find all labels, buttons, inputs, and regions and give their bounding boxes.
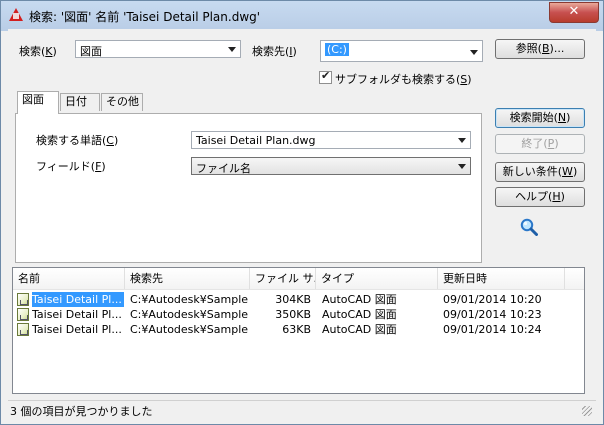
search-words-label: 検索する単語(C) [36,134,119,147]
search-type-value: 図面 [80,45,102,58]
result-row[interactable]: Taisei Detail Pl... C:¥Autodesk¥Sample..… [13,322,584,337]
status-bar: 3 個の項目が見つかりました [8,400,596,418]
results-header: 名前 検索先 ファイル サ... タイプ 更新日時 [13,268,584,290]
column-header-location[interactable]: 検索先 [125,268,250,289]
column-header-type[interactable]: タイプ [316,268,438,289]
resize-grip-icon[interactable] [582,406,592,416]
result-location: C:¥Autodesk¥Sample... [130,308,248,321]
browse-button[interactable]: 参照(B)... [495,39,585,59]
result-name: Taisei Detail Pl... [32,292,124,307]
chevron-down-icon [458,138,466,143]
result-size: 63KB [282,323,311,336]
magnifier-icon [520,218,538,236]
search-words-dropdown[interactable]: Taisei Detail Plan.dwg [191,131,471,149]
field-value: ファイル名 [196,162,251,175]
dwg-file-icon [17,323,29,336]
help-button[interactable]: ヘルプ(H) [495,187,585,207]
column-header-modified[interactable]: 更新日時 [438,268,565,289]
result-name: Taisei Detail Pl... [32,323,122,336]
result-size: 304KB [275,293,311,306]
chevron-down-icon [228,47,236,52]
result-row[interactable]: Taisei Detail Pl... C:¥Autodesk¥Sample..… [13,292,584,307]
window-title: 検索: '図面' 名前 'Taisei Detail Plan.dwg' [29,10,261,24]
status-text: 3 個の項目が見つかりました [10,405,153,418]
result-location: C:¥Autodesk¥Sample... [130,293,248,306]
column-header-name[interactable]: 名前 [13,268,125,289]
search-type-label: 検索(K) [19,45,57,58]
check-icon: ✔ [321,69,331,82]
subfolders-checkbox[interactable]: ✔ [319,69,332,84]
stop-button[interactable]: 終了(P) [495,134,585,154]
tab-date[interactable]: 日付 [60,93,100,111]
new-search-button[interactable]: 新しい条件(W) [495,162,585,182]
search-location-value: (C:) [325,43,349,56]
dwg-file-icon [17,308,29,321]
field-label: フィールド(F) [36,160,106,173]
result-row[interactable]: Taisei Detail Pl... C:¥Autodesk¥Sample..… [13,307,584,322]
result-type: AutoCAD 図面 [322,293,397,306]
title-bar: 検索: '図面' 名前 'Taisei Detail Plan.dwg' ✕ [1,1,603,29]
search-type-dropdown[interactable]: 図面 [75,40,241,58]
subfolders-label[interactable]: サブフォルダも検索する(S) [335,71,472,87]
result-modified: 09/01/2014 10:23 [443,308,542,321]
search-words-value: Taisei Detail Plan.dwg [196,134,316,147]
results-list[interactable]: 名前 検索先 ファイル サ... タイプ 更新日時 Taisei Detail … [12,267,585,394]
result-modified: 09/01/2014 10:24 [443,323,542,336]
result-size: 350KB [275,308,311,321]
result-type: AutoCAD 図面 [322,308,397,321]
chevron-down-icon [470,50,478,55]
close-button[interactable]: ✕ [549,2,599,23]
search-location-dropdown[interactable]: (C:) [320,40,483,62]
field-dropdown[interactable]: ファイル名 [191,157,471,175]
result-modified: 09/01/2014 10:20 [443,293,542,306]
dialog-body: 検索(K) 図面 検索先(I) (C:) 参照(B)... ✔ サブフォルダも検… [8,29,596,418]
search-location-label: 検索先(I) [252,45,297,58]
dwg-file-icon [17,293,29,306]
tab-other[interactable]: その他 [101,93,143,111]
start-search-button[interactable]: 検索開始(N) [495,108,585,128]
result-name: Taisei Detail Pl... [32,308,122,321]
autocad-logo-icon [9,8,23,21]
tab-panel-drawing: 検索する単語(C) Taisei Detail Plan.dwg フィールド(F… [15,113,482,263]
column-header-size[interactable]: ファイル サ... [250,268,316,289]
tab-drawing[interactable]: 図面 [17,91,59,114]
chevron-down-icon [458,164,466,169]
result-type: AutoCAD 図面 [322,323,397,336]
result-location: C:¥Autodesk¥Sample... [130,323,248,336]
find-dialog: 検索: '図面' 名前 'Taisei Detail Plan.dwg' ✕ 検… [0,0,604,425]
